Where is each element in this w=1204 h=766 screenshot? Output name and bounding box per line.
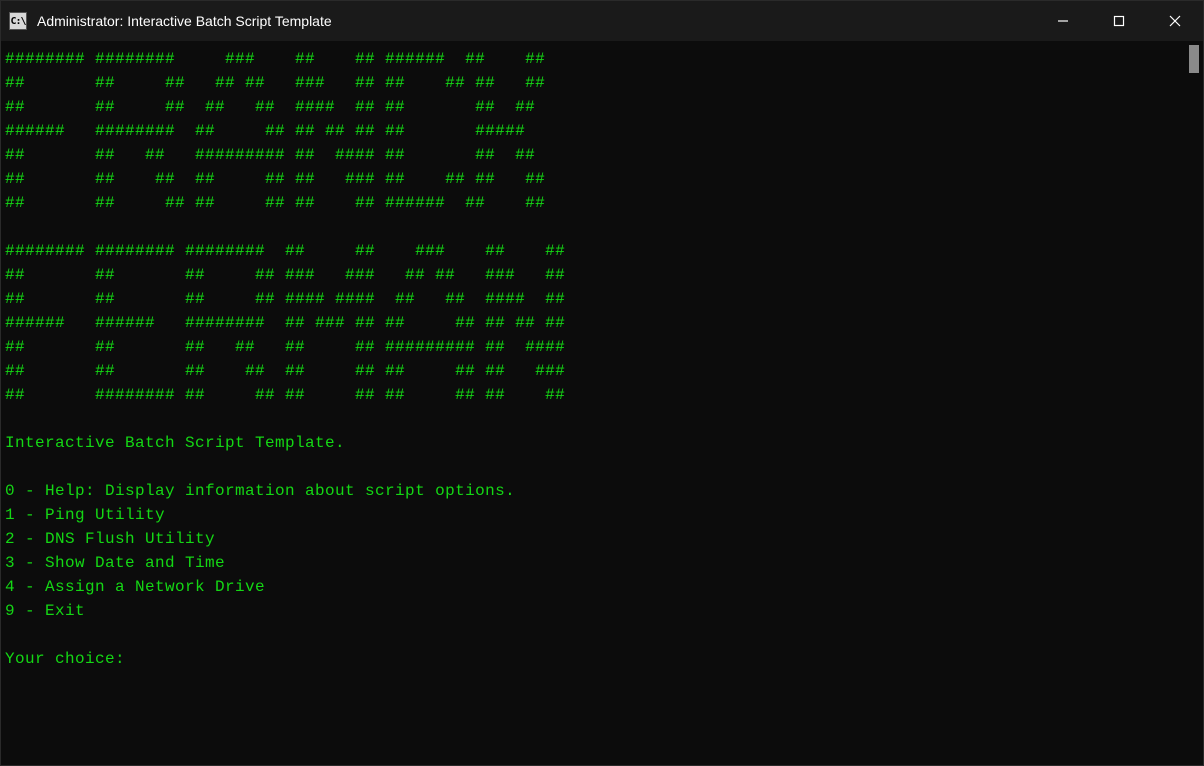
terminal-output: ######## ######## ### ## ## ###### ## ##… (5, 47, 1199, 671)
script-heading: Interactive Batch Script Template. (5, 434, 345, 452)
close-button[interactable] (1147, 1, 1203, 41)
ascii-banner: ######## ######## ### ## ## ###### ## ##… (5, 50, 565, 404)
maximize-button[interactable] (1091, 1, 1147, 41)
window-title: Administrator: Interactive Batch Script … (37, 13, 332, 29)
menu-option-4: 4 - Assign a Network Drive (5, 578, 265, 596)
window-controls (1035, 1, 1203, 41)
menu-option-9: 9 - Exit (5, 602, 85, 620)
input-prompt: Your choice: (5, 650, 125, 668)
menu-option-0: 0 - Help: Display information about scri… (5, 482, 515, 500)
minimize-icon (1057, 15, 1069, 27)
close-icon (1169, 15, 1181, 27)
menu-option-2: 2 - DNS Flush Utility (5, 530, 215, 548)
maximize-icon (1113, 15, 1125, 27)
menu-option-1: 1 - Ping Utility (5, 506, 165, 524)
titlebar[interactable]: C:\ Administrator: Interactive Batch Scr… (1, 1, 1203, 41)
cmd-icon: C:\ (9, 12, 27, 30)
menu-option-3: 3 - Show Date and Time (5, 554, 225, 572)
minimize-button[interactable] (1035, 1, 1091, 41)
scrollbar-track[interactable] (1189, 45, 1199, 761)
terminal-body[interactable]: ######## ######## ### ## ## ###### ## ##… (1, 41, 1203, 765)
terminal-window: C:\ Administrator: Interactive Batch Scr… (0, 0, 1204, 766)
scrollbar-thumb[interactable] (1189, 45, 1199, 73)
